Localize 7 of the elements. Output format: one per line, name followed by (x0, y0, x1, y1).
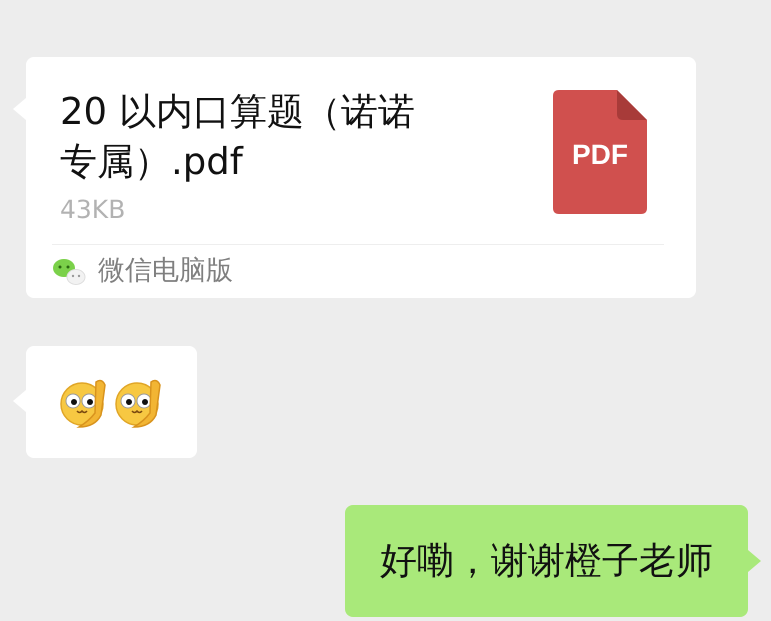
file-name: 20 以内口算题（诺诺专属）.pdf (60, 89, 416, 185)
file-type-label: PDF (572, 138, 628, 172)
file-size: 43KB (60, 194, 126, 226)
document-icon (553, 90, 647, 214)
source-label: 微信电脑版 (98, 254, 233, 288)
chat-app-icon (52, 256, 86, 286)
message-text: 好嘞，谢谢橙子老师 (380, 538, 713, 584)
